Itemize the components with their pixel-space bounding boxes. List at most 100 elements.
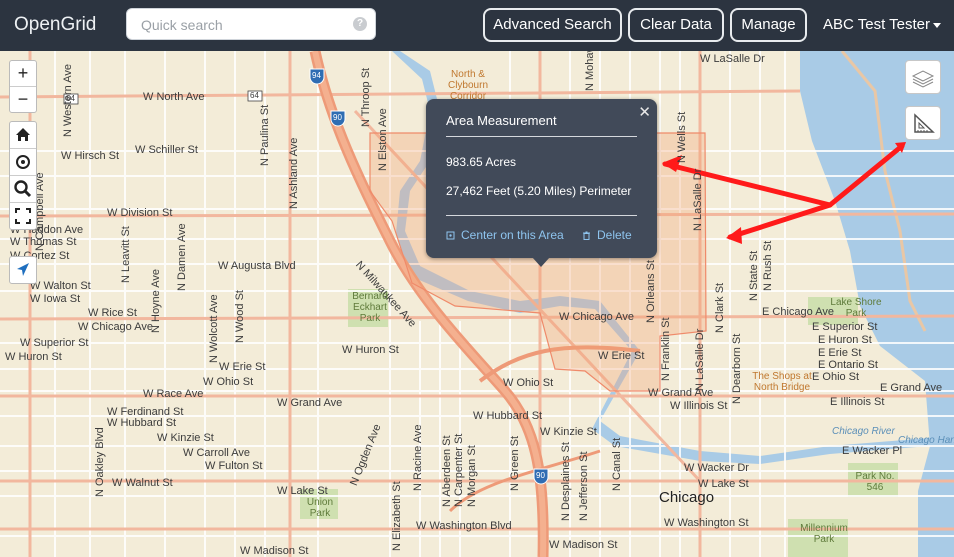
street-label: N Elston Ave <box>377 108 389 171</box>
navigate-button[interactable] <box>10 257 36 283</box>
street-label: W Hubbard St <box>473 410 543 422</box>
clear-data-button[interactable]: Clear Data <box>628 8 724 42</box>
street-label: W Lake St <box>277 485 328 497</box>
fullscreen-button[interactable] <box>10 202 36 229</box>
park-label: Millennium Park <box>800 523 848 545</box>
street-label: N Morgan St <box>466 445 478 507</box>
divider <box>446 215 637 216</box>
city-label: Chicago <box>659 489 715 506</box>
app-title[interactable]: OpenGrid <box>14 14 96 36</box>
street-label: N Oakley Blvd <box>94 427 106 497</box>
street-label: E Ontario St <box>818 359 878 371</box>
street-label: W Illinois St <box>670 400 728 412</box>
locate-button[interactable] <box>10 148 36 175</box>
street-label: W Hirsch St <box>61 150 120 162</box>
street-label: W Madison St <box>549 539 618 551</box>
search-input[interactable] <box>139 16 343 34</box>
zoom-in-button[interactable]: + <box>10 61 36 86</box>
ruler-triangle-icon <box>914 113 935 133</box>
street-label: W Chicago Ave <box>78 321 154 333</box>
street-label: W Erie St <box>219 361 266 373</box>
help-icon[interactable]: ? <box>353 17 367 31</box>
water-label: Chicago Harb <box>898 435 954 446</box>
zoom-control: + − <box>9 60 37 113</box>
street-label: N Green St <box>509 435 521 491</box>
street-label: N Orleans St <box>645 260 657 323</box>
popup-title: Area Measurement <box>446 113 557 128</box>
street-label: N Leavitt St <box>120 226 132 283</box>
street-label: N LaSalle Dr <box>692 168 704 231</box>
street-label: N Paulina St <box>259 104 271 166</box>
street-label: E Grand Ave <box>880 382 943 394</box>
home-button[interactable] <box>10 122 36 148</box>
street-label: E Illinois St <box>830 396 885 408</box>
user-menu[interactable]: ABC Test Tester <box>823 16 941 33</box>
street-label: W Schiller St <box>135 144 198 156</box>
layers-button[interactable] <box>905 60 941 94</box>
street-label: W Huron St <box>5 351 62 363</box>
water-label: Chicago River <box>832 426 895 437</box>
street-label: N Ashland Ave <box>288 137 300 209</box>
street-label: E Superior St <box>812 321 878 333</box>
street-label: N Wells St <box>676 111 688 163</box>
poi-label: North & Clybourn Corridor <box>447 69 489 102</box>
navigation-tool <box>9 256 37 284</box>
street-label: W Erie St <box>598 350 645 362</box>
street-label: N Hoyne Ave <box>150 268 162 333</box>
top-navbar: OpenGrid ? Advanced Search Clear Data Ma… <box>0 0 954 51</box>
street-label: W Walnut St <box>112 477 173 489</box>
street-label: N LaSalle Dr <box>694 328 706 391</box>
street-label: W Division St <box>107 207 173 219</box>
delete-link[interactable]: Delete <box>582 228 632 242</box>
street-label: W Grand Ave <box>277 397 343 409</box>
street-label: W Rice St <box>88 307 137 319</box>
delete-link-label[interactable]: Delete <box>597 228 632 242</box>
zoom-box-button[interactable] <box>10 175 36 202</box>
street-label: W Madison St <box>240 545 309 557</box>
street-label: W Washington St <box>664 517 749 529</box>
street-label: W Superior St <box>20 337 89 349</box>
street-label: N Wood St <box>234 290 246 343</box>
park-label: Union Park <box>306 497 334 519</box>
street-label: W Kinzie St <box>540 426 597 438</box>
home-icon <box>16 128 30 141</box>
street-label: W Ohio St <box>503 377 554 389</box>
street-label: N Desplaines St <box>560 442 572 521</box>
street-label: N Aberdeen St <box>441 435 453 507</box>
center-link-label[interactable]: Center on this Area <box>461 228 564 242</box>
navigation-arrow-icon <box>17 263 29 276</box>
i90-shield: 90 <box>333 113 342 122</box>
street-label: N Franklin St <box>660 317 672 381</box>
street-label: N Clark St <box>714 282 726 333</box>
chevron-down-icon[interactable] <box>933 22 941 28</box>
fullscreen-icon <box>15 208 31 224</box>
close-icon[interactable]: ✕ <box>638 103 651 121</box>
crosshair-icon <box>446 231 455 240</box>
street-label: W Wacker Dr <box>684 462 749 474</box>
park-label: Park No. 546 <box>855 471 895 493</box>
us64-shield-east: 64 <box>250 91 259 100</box>
manage-button[interactable]: Manage <box>730 8 807 42</box>
quick-search[interactable]: ? <box>126 8 376 40</box>
map-tools <box>9 121 37 230</box>
street-label: N Racine Ave <box>412 424 424 491</box>
street-label: N Wolcott Ave <box>208 294 220 363</box>
street-label: N Damen Ave <box>176 223 188 291</box>
layers-icon <box>911 70 935 88</box>
i90-shield-south: 90 <box>536 471 545 480</box>
advanced-search-button[interactable]: Advanced Search <box>483 8 622 42</box>
poi-label: The Shops at North Bridge <box>752 371 812 393</box>
street-label: N Carpenter St <box>453 433 465 507</box>
street-label: W Hubbard St <box>107 417 177 429</box>
area-acres: 983.65 Acres <box>446 155 517 169</box>
measure-button[interactable] <box>905 106 941 140</box>
street-label: W North Ave <box>143 91 205 103</box>
zoom-out-button[interactable]: − <box>10 86 36 112</box>
i94-shield: 94 <box>312 71 321 80</box>
map-view[interactable]: 94 90 90 64 64 W North Ave W Schiller St… <box>0 51 954 557</box>
user-name[interactable]: ABC Test Tester <box>823 16 930 33</box>
street-label: N Mohawk <box>584 51 596 91</box>
magnifier-icon <box>14 180 32 198</box>
street-label: N Dearborn St <box>731 333 743 404</box>
center-on-area-link[interactable]: Center on this Area <box>446 228 564 242</box>
